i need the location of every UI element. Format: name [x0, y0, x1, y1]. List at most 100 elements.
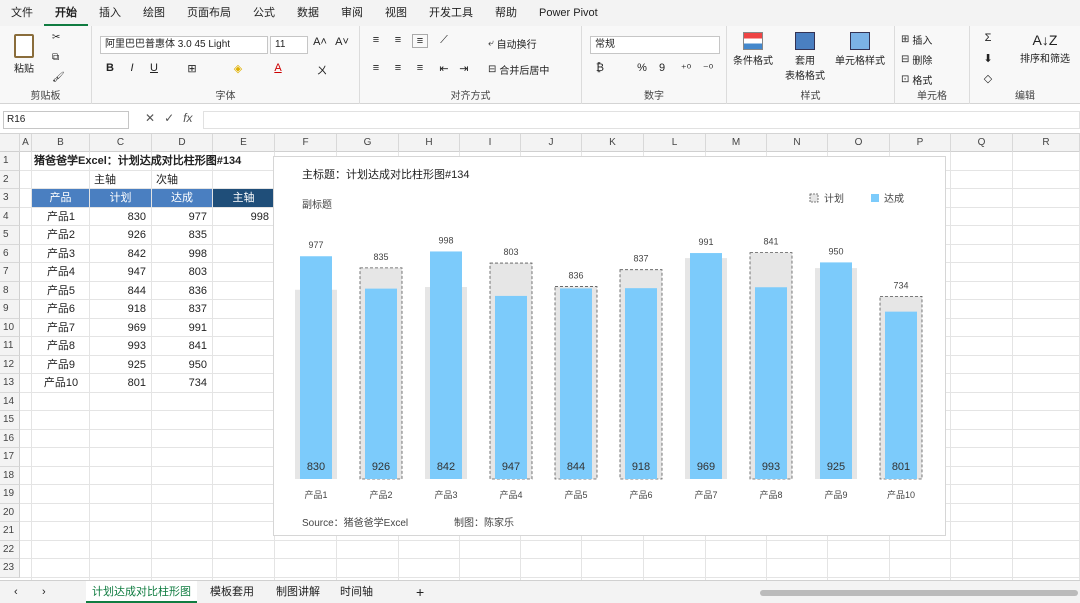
row-header-14[interactable]: 14: [0, 392, 20, 411]
autosum-icon[interactable]: Σ: [980, 32, 996, 44]
phonetic-icon[interactable]: ㄨ: [314, 62, 330, 78]
indent-icon[interactable]: ⇤: [436, 62, 452, 75]
row-header-1[interactable]: 1: [0, 152, 20, 171]
row-header-19[interactable]: 19: [0, 485, 20, 504]
format-table-button[interactable]: 套用 表格格式: [785, 32, 825, 82]
font-color-icon[interactable]: A: [270, 62, 286, 74]
tab-prev-icon[interactable]: ‹: [8, 581, 24, 603]
comma-icon[interactable]: 9: [654, 62, 670, 74]
row-header-20[interactable]: 20: [0, 503, 20, 522]
column-header-C[interactable]: C: [90, 134, 152, 152]
column-header-H[interactable]: H: [399, 134, 460, 152]
row-header-18[interactable]: 18: [0, 466, 20, 485]
add-sheet-icon[interactable]: +: [410, 581, 430, 603]
align-left-icon[interactable]: ≡: [368, 62, 384, 74]
column-header-Q[interactable]: Q: [951, 134, 1013, 152]
column-header-J[interactable]: J: [521, 134, 582, 152]
copy-icon[interactable]: ⧉: [52, 52, 59, 63]
menu-item-11[interactable]: Power Pivot: [528, 0, 609, 26]
fill-icon[interactable]: ⬇: [980, 52, 996, 65]
name-box[interactable]: R16: [3, 111, 129, 129]
increase-font-icon[interactable]: A˄: [312, 36, 328, 48]
column-header-O[interactable]: O: [828, 134, 890, 152]
column-header-R[interactable]: R: [1013, 134, 1080, 152]
row-header-8[interactable]: 8: [0, 281, 20, 300]
column-header-B[interactable]: B: [32, 134, 90, 152]
insert-cells-button[interactable]: ⊞ 插入: [901, 32, 932, 47]
row-header-7[interactable]: 7: [0, 263, 20, 282]
row-header-12[interactable]: 12: [0, 355, 20, 374]
sheet-tab-2[interactable]: 制图讲解: [270, 581, 326, 603]
delete-cells-button[interactable]: ⊟ 删除: [901, 52, 932, 67]
column-header-N[interactable]: N: [767, 134, 828, 152]
format-painter-icon[interactable]: 🖌: [52, 72, 65, 83]
select-all-corner[interactable]: [0, 134, 20, 152]
merge-center-button[interactable]: ⊟ 合并后居中: [488, 62, 549, 77]
menu-item-2[interactable]: 插入: [88, 0, 132, 26]
align-center-icon[interactable]: ≡: [390, 62, 406, 74]
font-size-select[interactable]: 11: [270, 36, 308, 54]
row-header-9[interactable]: 9: [0, 300, 20, 319]
row-header-23[interactable]: 23: [0, 559, 20, 578]
sheet-tab-0[interactable]: 计划达成对比柱形图: [86, 581, 197, 603]
row-header-5[interactable]: 5: [0, 226, 20, 245]
menu-item-4[interactable]: 页面布局: [176, 0, 242, 26]
percent-icon[interactable]: %: [634, 62, 650, 74]
cell-styles-button[interactable]: 单元格样式: [835, 32, 885, 67]
conditional-format-button[interactable]: 条件格式: [733, 32, 773, 67]
column-header-G[interactable]: G: [337, 134, 399, 152]
column-header-P[interactable]: P: [890, 134, 951, 152]
orientation-icon[interactable]: ⟋: [436, 34, 452, 47]
wrap-text-button[interactable]: ⤶ 自动换行: [488, 36, 537, 51]
sheet-tab-3[interactable]: 时间轴: [334, 581, 379, 603]
row-header-17[interactable]: 17: [0, 448, 20, 467]
column-header-D[interactable]: D: [152, 134, 213, 152]
formula-input[interactable]: [203, 111, 1080, 129]
menu-item-1[interactable]: 开始: [44, 0, 88, 26]
row-header-15[interactable]: 15: [0, 411, 20, 430]
sort-filter-button[interactable]: A↓Z 排序和筛选: [1020, 32, 1070, 65]
menu-item-9[interactable]: 开发工具: [418, 0, 484, 26]
row-header-6[interactable]: 6: [0, 244, 20, 263]
align-top-icon[interactable]: ≡: [368, 34, 384, 46]
column-header-K[interactable]: K: [582, 134, 644, 152]
border-icon[interactable]: ⊞: [184, 62, 200, 75]
increase-decimal-icon[interactable]: ⁺⁰: [678, 62, 694, 75]
clear-icon[interactable]: ◇: [980, 72, 996, 85]
number-format-select[interactable]: 常规: [590, 36, 720, 54]
align-bottom-icon[interactable]: ≡: [412, 34, 428, 48]
row-header-21[interactable]: 21: [0, 522, 20, 541]
row-header-10[interactable]: 10: [0, 318, 20, 337]
column-header-E[interactable]: E: [213, 134, 275, 152]
underline-button[interactable]: U: [146, 62, 162, 74]
fill-color-icon[interactable]: ◈: [230, 62, 246, 75]
menu-item-10[interactable]: 帮助: [484, 0, 528, 26]
function-icon[interactable]: fx: [183, 111, 192, 125]
column-header-L[interactable]: L: [644, 134, 706, 152]
horizontal-scrollbar[interactable]: [760, 590, 1078, 596]
row-header-4[interactable]: 4: [0, 207, 20, 226]
format-cells-button[interactable]: ⊡ 格式: [901, 72, 932, 87]
enter-icon[interactable]: ✓: [164, 111, 174, 125]
row-header-3[interactable]: 3: [0, 189, 20, 208]
menu-item-7[interactable]: 审阅: [330, 0, 374, 26]
decrease-decimal-icon[interactable]: ⁻⁰: [700, 62, 716, 75]
chart[interactable]: 主标题：计划达成对比柱形图#134 副标题 计划 达成 830 977 产品1 926 835 产…: [273, 156, 946, 536]
menu-item-8[interactable]: 视图: [374, 0, 418, 26]
font-name-select[interactable]: 阿里巴巴普惠体 3.0 45 Light: [100, 36, 268, 54]
cut-icon[interactable]: ✂: [52, 32, 60, 43]
menu-item-0[interactable]: 文件: [0, 0, 44, 26]
decrease-font-icon[interactable]: A˅: [334, 36, 350, 48]
row-header-22[interactable]: 22: [0, 540, 20, 559]
italic-button[interactable]: I: [124, 62, 140, 74]
row-header-2[interactable]: 2: [0, 170, 20, 189]
menu-item-6[interactable]: 数据: [286, 0, 330, 26]
row-header-16[interactable]: 16: [0, 429, 20, 448]
menu-item-3[interactable]: 绘图: [132, 0, 176, 26]
row-header-11[interactable]: 11: [0, 337, 20, 356]
outdent-icon[interactable]: ⇥: [456, 62, 472, 75]
sheet-tab-1[interactable]: 模板套用: [204, 581, 260, 603]
tab-next-icon[interactable]: ›: [36, 581, 52, 603]
align-middle-icon[interactable]: ≡: [390, 34, 406, 46]
bold-button[interactable]: B: [102, 62, 118, 74]
